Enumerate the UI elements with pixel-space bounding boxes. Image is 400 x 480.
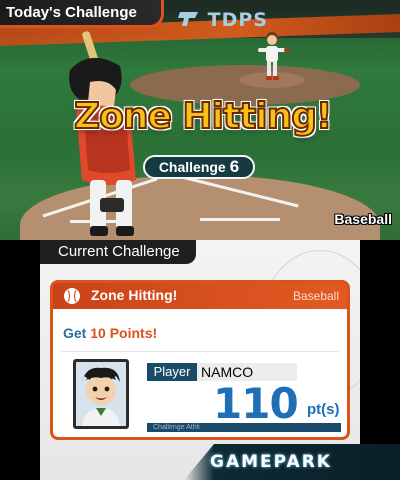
challenge-card[interactable]: Zone Hitting! Baseball Get 10 Points! Pl…	[50, 280, 350, 440]
stadium-sign-text: TDPS	[207, 9, 268, 31]
challenge-number: 6	[229, 157, 240, 176]
player-avatar	[73, 359, 129, 429]
top-screen: TDPS Today's Challenge Zone Hitting! Cha…	[0, 0, 400, 240]
score-value: 110	[213, 379, 299, 428]
card-header: Zone Hitting! Baseball	[53, 283, 347, 309]
event-title: Zone Hitting!	[73, 95, 333, 138]
batters-box-line	[200, 218, 280, 221]
athlete-bar-text: Challenge Athli	[153, 424, 200, 431]
goal-prefix: Get	[63, 325, 87, 341]
challenge-word: Challenge	[158, 159, 226, 175]
card-title: Zone Hitting!	[91, 287, 178, 303]
card-sport: Baseball	[292, 289, 339, 303]
stadium-sign: TDPS	[178, 9, 270, 31]
challenge-goal: Get 10 Points!	[63, 325, 157, 341]
player-label: Player	[147, 363, 197, 381]
gamepark-watermark: GAMEPARK	[210, 452, 332, 472]
current-challenge-label: Current Challenge	[58, 243, 180, 260]
todays-challenge-label: Today's Challenge	[6, 4, 137, 21]
todays-challenge-tab: Today's Challenge	[0, 0, 164, 28]
sport-label: Baseball	[334, 211, 392, 227]
goal-points: 10 Points!	[90, 325, 158, 341]
pitcher-character	[258, 32, 290, 80]
player-portrait-icon	[76, 362, 126, 426]
tdps-logo-icon	[178, 12, 198, 26]
challenge-number-badge: Challenge 6	[143, 155, 255, 179]
divider	[61, 351, 339, 352]
current-challenge-tab: Current Challenge	[40, 240, 196, 264]
score-unit: pt(s)	[307, 401, 340, 418]
baseball-batter-icon	[64, 288, 80, 304]
